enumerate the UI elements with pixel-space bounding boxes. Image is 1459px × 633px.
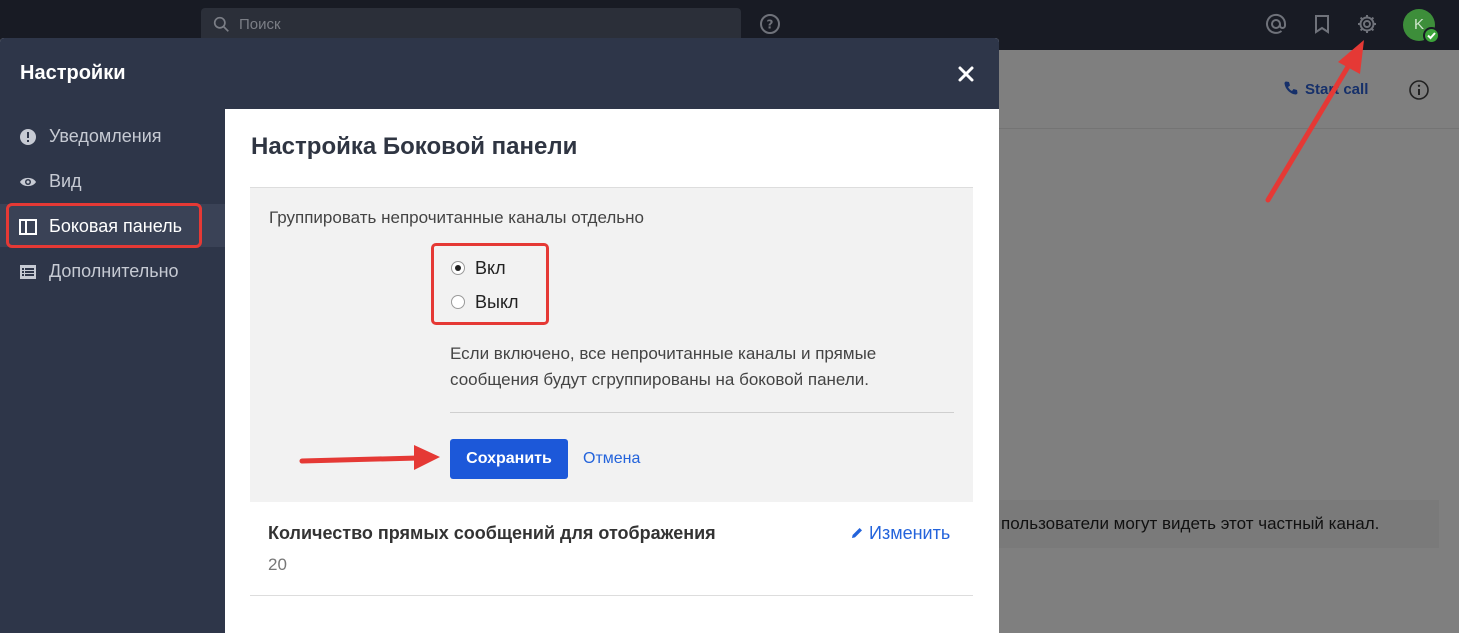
cancel-button[interactable]: Отмена	[583, 450, 640, 468]
start-call-button[interactable]: Start call	[1283, 80, 1368, 98]
edit-button[interactable]: Изменить	[850, 523, 950, 544]
sidebar-item-notifications[interactable]: Уведомления	[8, 115, 225, 157]
svg-text:?: ?	[767, 18, 774, 32]
sidebar-item-display[interactable]: Вид	[8, 160, 225, 202]
group-unread-setting-panel: Группировать непрочитанные каналы отдель…	[250, 187, 973, 502]
gear-icon[interactable]	[1356, 13, 1378, 35]
modal-header: Настройки	[0, 38, 999, 109]
setting-help-text: Если включено, все непрочитанные каналы …	[450, 341, 950, 393]
settings-modal: Настройки Уведомления Вид Боковая панель…	[0, 38, 999, 633]
search-box[interactable]: Поиск	[201, 8, 741, 42]
annotation-highlight-box	[6, 203, 202, 248]
avatar[interactable]: K	[1403, 9, 1440, 44]
alert-circle-icon	[20, 129, 36, 145]
channel-header	[999, 50, 1459, 129]
search-icon	[213, 16, 229, 32]
private-channel-notice: пользователи могут видеть этот частный к…	[999, 500, 1439, 548]
pencil-icon	[852, 528, 862, 538]
setting-label: Количество прямых сообщений для отображе…	[268, 523, 716, 543]
setting-label: Группировать непрочитанные каналы отдель…	[269, 208, 644, 227]
sidebar-item-label: Дополнительно	[49, 261, 179, 281]
close-icon[interactable]	[956, 64, 976, 84]
help-icon[interactable]: ?	[759, 13, 781, 35]
mention-icon[interactable]	[1265, 13, 1287, 35]
bookmark-icon[interactable]	[1311, 13, 1333, 35]
help-text-line: Если включено, все непрочитанные каналы …	[450, 344, 877, 363]
dm-count-setting: Количество прямых сообщений для отображе…	[250, 503, 973, 596]
phone-icon	[1284, 81, 1298, 95]
start-call-label: Start call	[1305, 81, 1369, 98]
modal-title: Настройки	[20, 62, 126, 84]
annotation-highlight-box	[431, 243, 549, 325]
edit-label: Изменить	[869, 523, 951, 543]
setting-value: 20	[268, 555, 287, 574]
info-icon[interactable]	[1408, 79, 1430, 101]
settings-sidebar: Уведомления Вид Боковая панель Дополните…	[0, 109, 225, 633]
list-icon	[20, 265, 36, 279]
help-text-line: сообщения будут сгруппированы на боковой…	[450, 370, 869, 389]
sidebar-item-advanced[interactable]: Дополнительно	[8, 250, 225, 292]
section-title: Настройка Боковой панели	[251, 133, 578, 160]
sidebar-item-label: Уведомления	[49, 126, 162, 146]
avatar-initial: K	[1413, 16, 1424, 33]
search-placeholder: Поиск	[239, 16, 281, 33]
online-status-icon	[1423, 27, 1440, 44]
save-button[interactable]: Сохранить	[450, 439, 568, 479]
eye-icon	[20, 177, 36, 187]
settings-content: Настройка Боковой панели Группировать не…	[225, 109, 999, 633]
sidebar-item-label: Вид	[49, 171, 82, 191]
divider	[450, 412, 954, 413]
